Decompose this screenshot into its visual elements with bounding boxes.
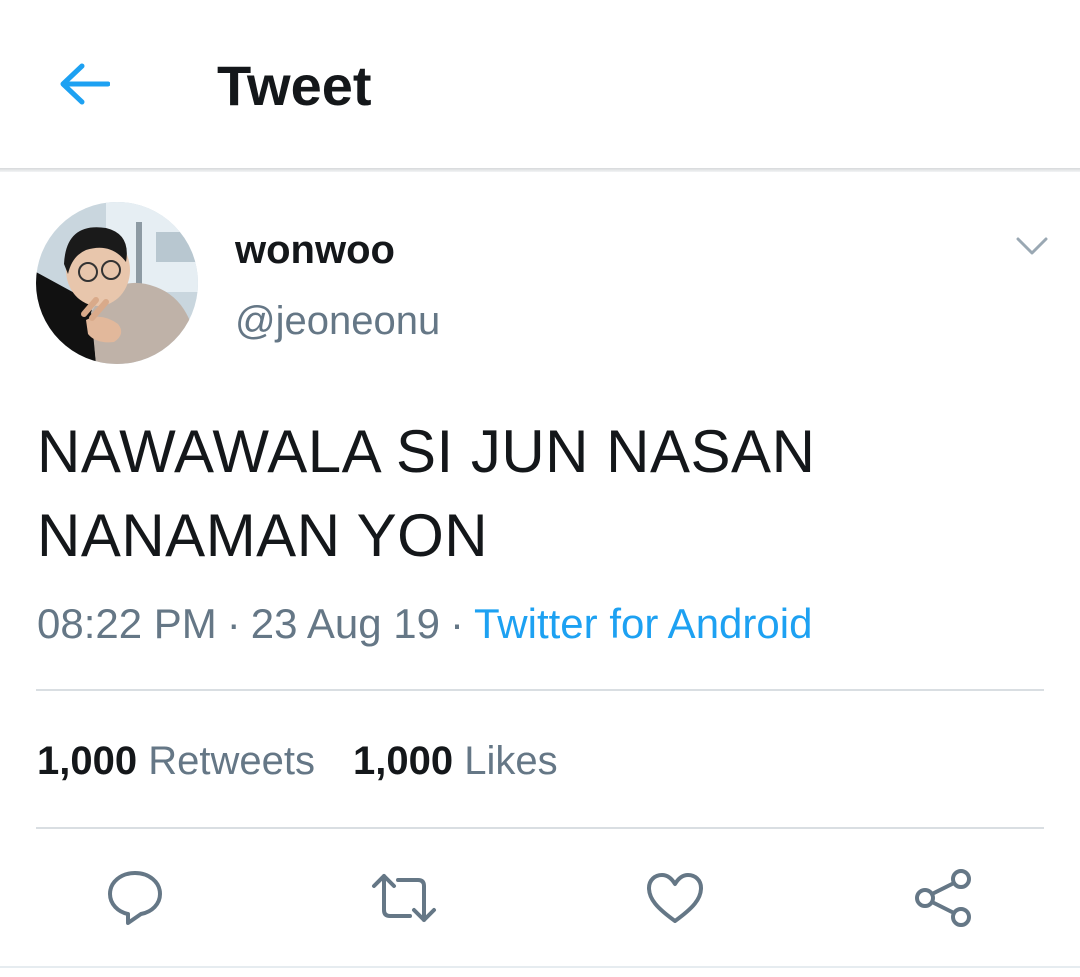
tweet-text-line: NAWAWALA SI JUN NASAN — [37, 418, 816, 485]
back-button[interactable] — [52, 54, 116, 114]
retweets-count: 1,000 — [37, 739, 138, 783]
author-name[interactable]: wonwoo — [235, 226, 395, 274]
tweet-actions — [0, 862, 1080, 938]
like-button[interactable] — [639, 862, 711, 934]
top-app-bar: Tweet — [0, 0, 1080, 168]
retweet-icon — [372, 874, 436, 922]
likes-label: Likes — [464, 739, 558, 783]
chevron-down-icon — [1016, 237, 1048, 255]
retweets-label: Retweets — [148, 739, 315, 783]
share-button[interactable] — [908, 862, 980, 934]
tweet-stats: 1,000 Retweets 1,000 Likes — [37, 736, 558, 786]
share-icon — [915, 869, 971, 927]
bottom-divider — [0, 966, 1080, 968]
divider — [36, 689, 1044, 691]
meta-separator: · — [226, 600, 241, 647]
meta-separator: · — [449, 600, 464, 647]
reply-icon — [108, 871, 162, 925]
tweet-metadata: 08:22 PM · 23 Aug 19 · Twitter for Android — [37, 598, 812, 650]
tweet-text-line: NANAMAN YON — [37, 502, 489, 569]
likes-stat[interactable]: 1,000 Likes — [353, 739, 558, 783]
top-app-bar-shadow — [0, 168, 1080, 172]
author-handle[interactable]: @jeoneonu — [235, 296, 440, 346]
tweet-time: 08:22 PM — [37, 600, 217, 647]
retweets-stat[interactable]: 1,000 Retweets — [37, 739, 315, 783]
retweet-button[interactable] — [368, 862, 440, 934]
tweet-source-link[interactable]: Twitter for Android — [474, 600, 812, 647]
reply-button[interactable] — [99, 862, 171, 934]
tweet-text: NAWAWALA SI JUN NASAN NANAMAN YON — [37, 410, 1037, 578]
page-title: Tweet — [217, 54, 372, 117]
like-icon — [647, 873, 703, 923]
likes-count: 1,000 — [352, 739, 454, 783]
divider — [36, 827, 1044, 829]
tweet-options-button[interactable] — [1010, 226, 1054, 266]
arrow-left-icon — [60, 63, 110, 105]
avatar[interactable] — [36, 202, 198, 364]
tweet-date: 23 Aug 19 — [250, 600, 440, 647]
avatar-photo — [36, 202, 198, 364]
